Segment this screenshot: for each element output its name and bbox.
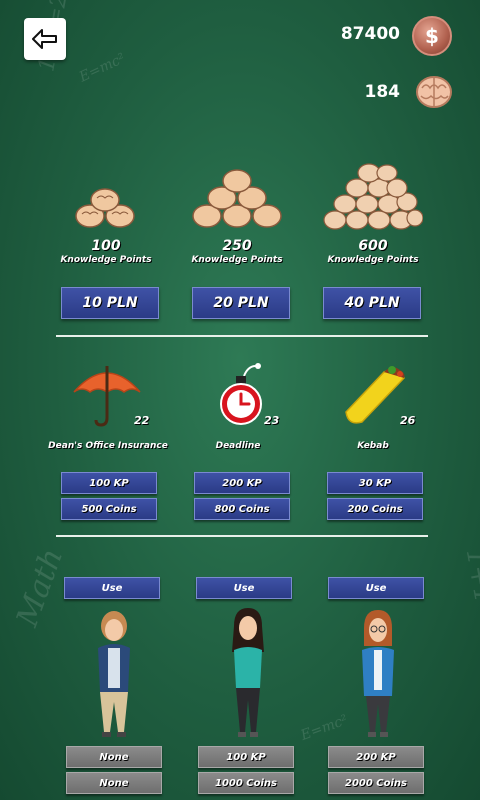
umbrella-icon	[73, 366, 141, 427]
item-name: Dean's Office Insurance	[48, 441, 168, 451]
buy-100-button[interactable]: 10 PLN	[61, 287, 159, 319]
use-character-1-button[interactable]: Use	[64, 577, 160, 599]
buy-600-button[interactable]: 40 PLN	[323, 287, 421, 319]
item-count: 23	[264, 414, 280, 427]
buy-deadline-coins-button[interactable]: 800 Coins	[194, 498, 290, 520]
brain-pile-icon	[75, 188, 135, 228]
item-count: 22	[134, 414, 150, 427]
pack-label: Knowledge Points	[327, 255, 419, 265]
brain-pile-icon	[323, 163, 424, 230]
chalk-doodle: E=mc²	[76, 50, 128, 86]
character-2-kp-price[interactable]: 100 KP	[198, 746, 294, 768]
buy-insurance-coins-button[interactable]: 500 Coins	[61, 498, 157, 520]
pack-amount: 600	[358, 238, 388, 254]
coin-balance: 87400	[340, 24, 400, 44]
character-1-kp-price[interactable]: None	[66, 746, 162, 768]
pack-label: Knowledge Points	[60, 255, 152, 265]
back-button[interactable]	[24, 18, 66, 60]
bomb-clock-icon	[220, 363, 262, 425]
pack-600: 600 Knowledge Points	[318, 160, 428, 266]
brain-pile-icon	[192, 169, 282, 228]
use-character-3-button[interactable]: Use	[328, 577, 424, 599]
buy-deadline-kp-button[interactable]: 200 KP	[194, 472, 290, 494]
male-student-avatar	[98, 611, 130, 737]
female-student-avatar	[232, 608, 264, 737]
item-count: 26	[400, 414, 416, 427]
character-1-coin-price[interactable]: None	[66, 772, 162, 794]
chalk-doodle: Math	[9, 543, 71, 632]
pack-amount: 250	[222, 238, 252, 254]
coin-icon: $	[412, 16, 452, 56]
pack-amount: 100	[91, 238, 121, 254]
teacher-avatar	[362, 610, 394, 737]
section-divider	[56, 535, 428, 537]
chalk-doodle: E=mc²	[298, 712, 350, 744]
pack-label: Knowledge Points	[191, 255, 283, 265]
buy-kebab-kp-button[interactable]: 30 KP	[327, 472, 423, 494]
character-3-coin-price[interactable]: 2000 Coins	[328, 772, 424, 794]
arrow-left-icon	[32, 29, 57, 49]
buy-250-button[interactable]: 20 PLN	[192, 287, 290, 319]
brain-icon	[416, 76, 452, 108]
section-divider	[56, 335, 428, 337]
item-name: Deadline	[215, 441, 261, 451]
buy-kebab-coins-button[interactable]: 200 Coins	[327, 498, 423, 520]
buy-insurance-kp-button[interactable]: 100 KP	[61, 472, 157, 494]
pack-250: 250 Knowledge Points	[182, 166, 292, 266]
character-2-coin-price[interactable]: 1000 Coins	[198, 772, 294, 794]
item-name: Kebab	[357, 441, 389, 451]
character-3-kp-price[interactable]: 200 KP	[328, 746, 424, 768]
pack-100: 100 Knowledge Points	[51, 176, 161, 266]
chalk-doodle: 1+1=2	[459, 546, 480, 644]
knowledge-balance: 184	[364, 82, 401, 102]
use-character-2-button[interactable]: Use	[196, 577, 292, 599]
